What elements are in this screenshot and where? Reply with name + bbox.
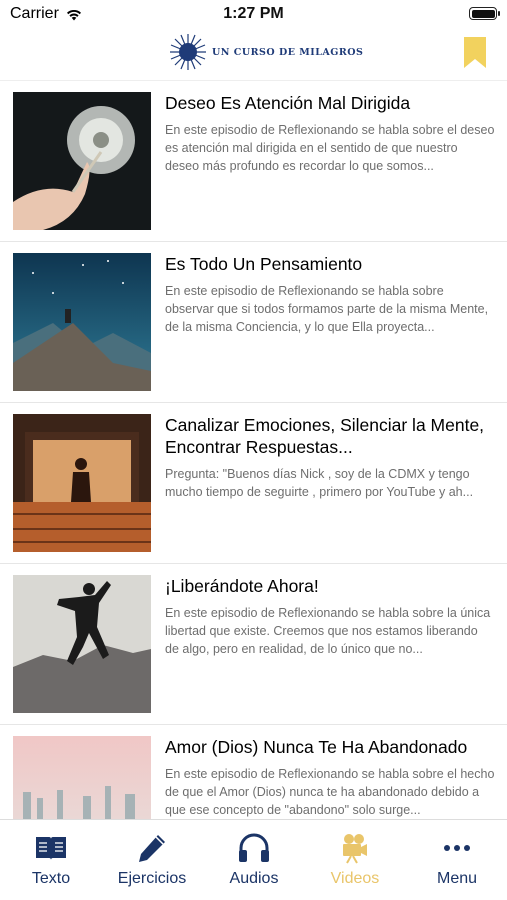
app-header: UN CURSO DE MILAGROS	[0, 28, 507, 81]
tab-bar: Texto Ejercicios Audios Videos Menu	[0, 819, 507, 900]
tab-label: Menu	[436, 870, 478, 887]
tab-label: Audios	[229, 870, 279, 887]
episode-thumbnail	[13, 414, 151, 552]
episode-description: En este episodio de Reflexionando se hab…	[165, 767, 495, 817]
episode-title: Canalizar Emociones, Silenciar la Mente,…	[165, 415, 485, 457]
app-logo: UN CURSO DE MILAGROS	[170, 32, 363, 72]
episode-title: Amor (Dios) Nunca Te Ha Abandonado	[165, 737, 468, 757]
book-icon	[36, 837, 66, 860]
camera-icon	[343, 834, 367, 864]
episode-thumbnail	[13, 736, 151, 821]
tab-videos[interactable]: Videos	[310, 830, 400, 888]
list-item[interactable]: Amor (Dios) Nunca Te Ha Abandonado En es…	[0, 725, 507, 821]
sun-logo-icon	[170, 34, 206, 70]
list-item[interactable]: Canalizar Emociones, Silenciar la Mente,…	[0, 403, 507, 564]
battery-icon	[469, 7, 500, 20]
tab-menu[interactable]: Menu	[412, 830, 502, 888]
headphones-icon	[239, 833, 269, 862]
tab-label: Texto	[31, 870, 71, 887]
episode-description: En este episodio de Reflexionando se hab…	[165, 284, 489, 334]
episode-description: Pregunta: "Buenos días Nick , soy de la …	[165, 467, 474, 499]
tab-label: Videos	[330, 870, 380, 887]
tab-texto[interactable]: Texto	[6, 830, 96, 888]
episode-list: Deseo Es Atención Mal Dirigida En este e…	[0, 81, 507, 821]
status-bar: Carrier 1:27 PM	[0, 0, 507, 30]
episode-thumbnail	[13, 575, 151, 713]
episode-title: Deseo Es Atención Mal Dirigida	[165, 93, 411, 113]
episode-description: En este episodio de Reflexionando se hab…	[165, 606, 491, 656]
more-icon	[444, 845, 470, 851]
list-item[interactable]: Es Todo Un Pensamiento En este episodio …	[0, 242, 507, 403]
pencil-icon	[139, 835, 165, 862]
episode-thumbnail	[13, 92, 151, 230]
episode-description: En este episodio de Reflexionando se hab…	[165, 123, 495, 173]
episode-title: Es Todo Un Pensamiento	[165, 254, 363, 274]
episode-title: ¡Liberándote Ahora!	[165, 576, 319, 596]
tab-audios[interactable]: Audios	[209, 830, 299, 888]
tab-ejercicios[interactable]: Ejercicios	[107, 830, 197, 888]
bookmark-icon[interactable]	[464, 37, 486, 68]
list-item[interactable]: ¡Liberándote Ahora! En este episodio de …	[0, 564, 507, 725]
clock: 1:27 PM	[223, 5, 284, 22]
logo-text: UN CURSO DE MILAGROS	[212, 46, 364, 58]
list-item[interactable]: Deseo Es Atención Mal Dirigida En este e…	[0, 81, 507, 242]
episode-thumbnail	[13, 253, 151, 391]
tab-label: Ejercicios	[117, 870, 187, 887]
